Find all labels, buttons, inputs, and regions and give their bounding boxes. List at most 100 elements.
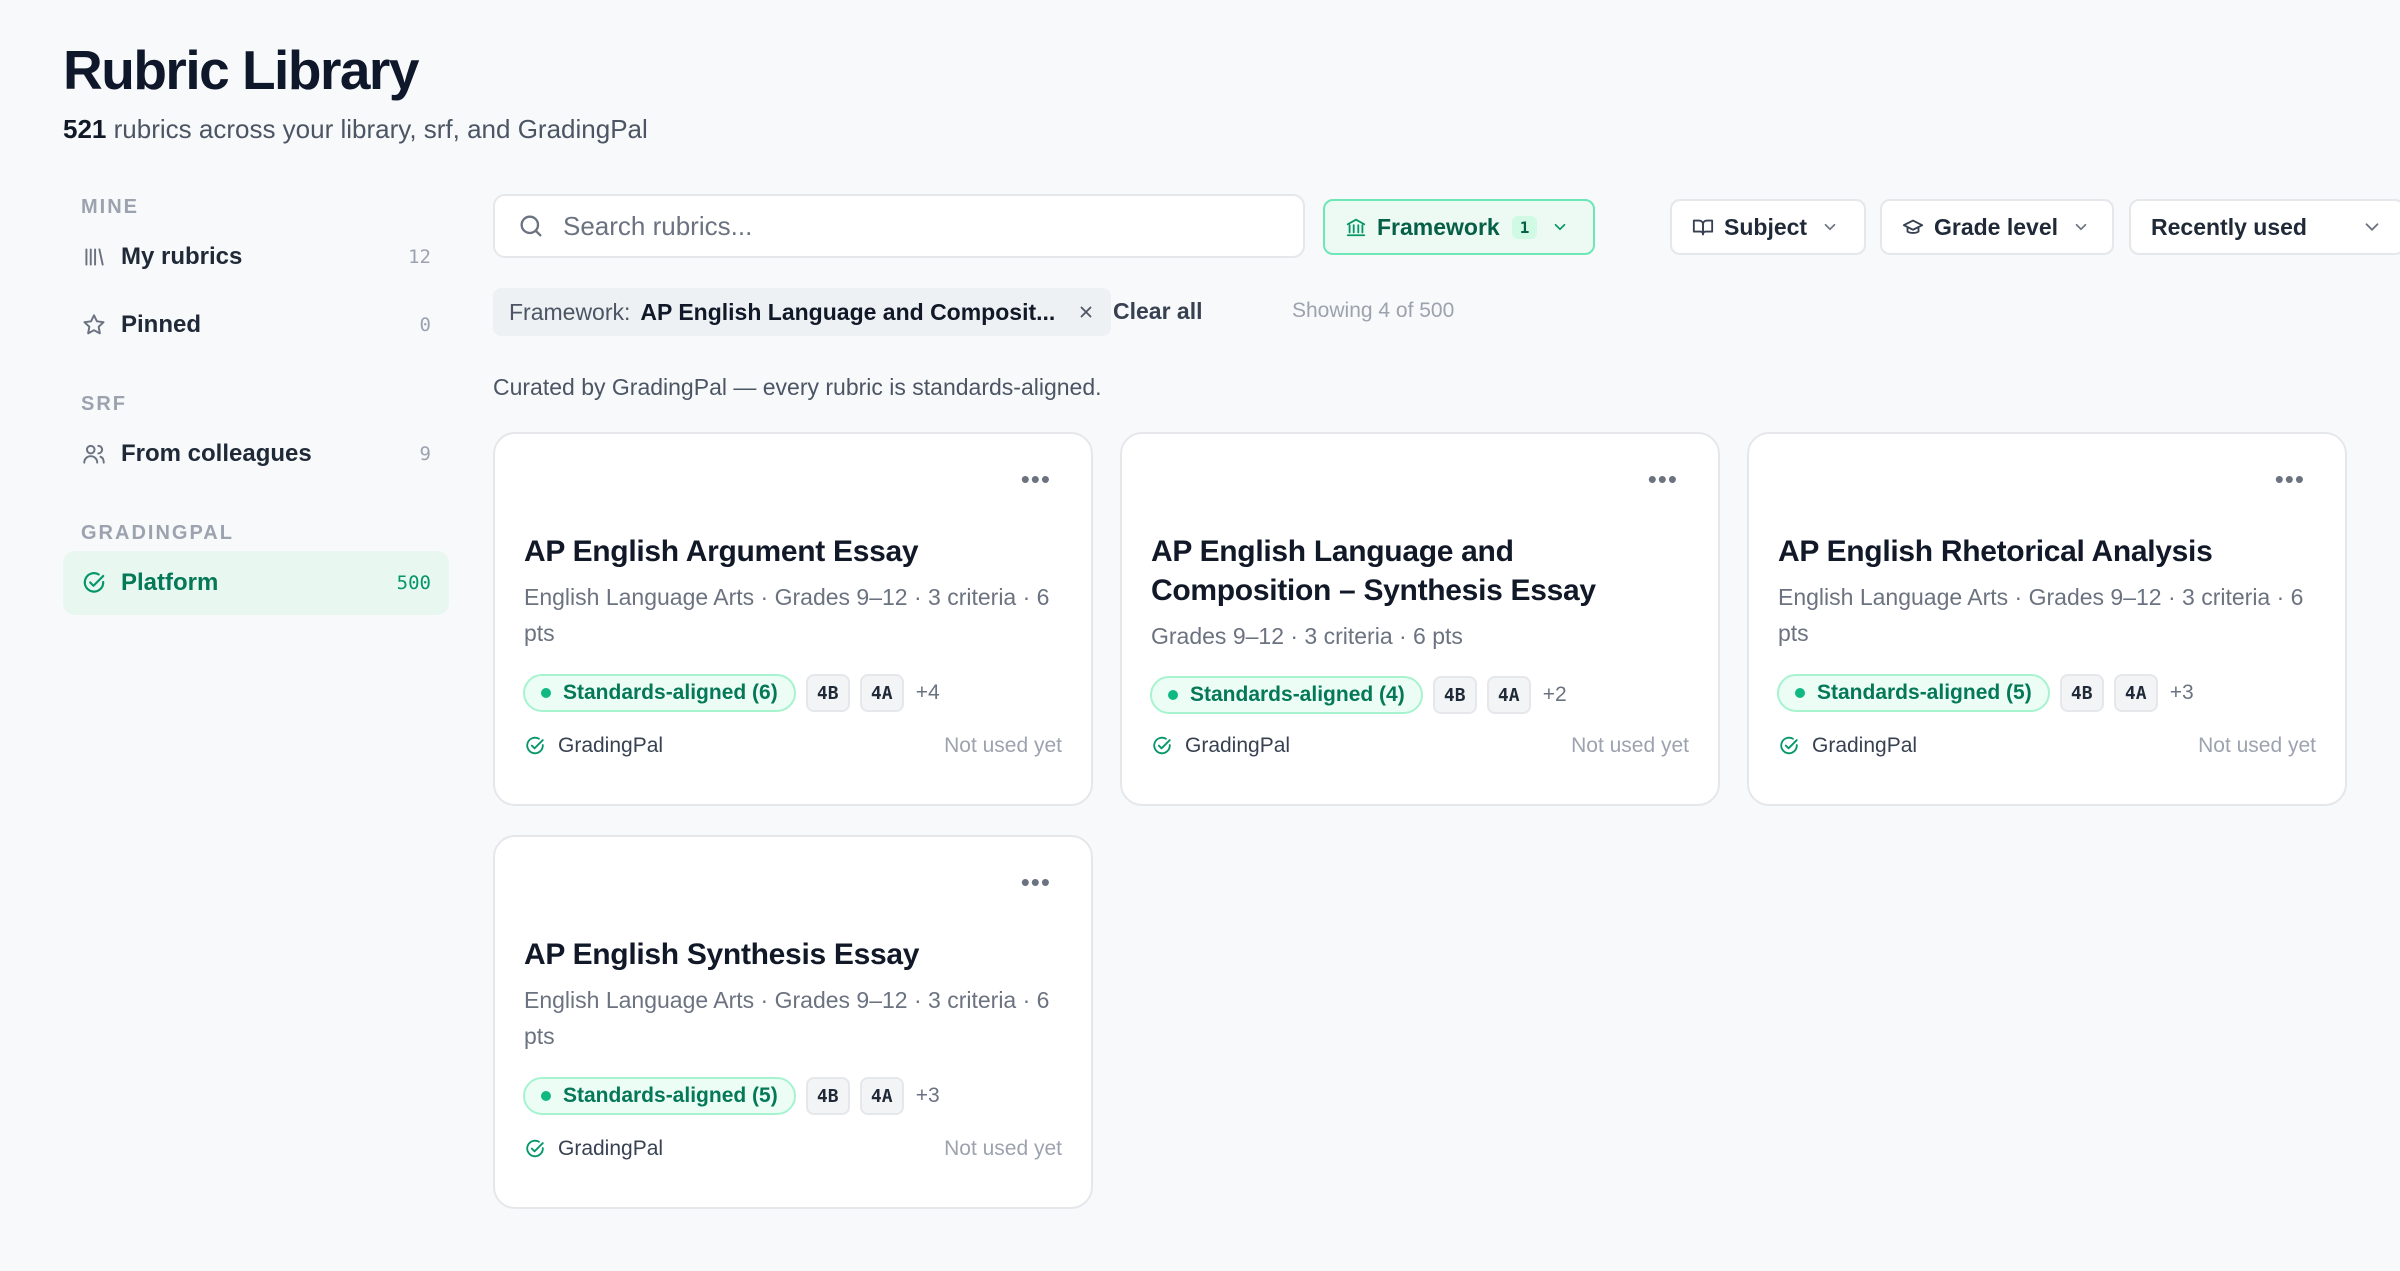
- sidebar-item-count: 0: [419, 314, 431, 336]
- sidebar-item-pinned[interactable]: Pinned 0: [63, 293, 449, 357]
- graduation-cap-icon: [1902, 216, 1924, 238]
- rubric-usage: Not used yet: [944, 1137, 1062, 1160]
- sidebar: MINE My rubrics 12 Pinned 0 SRF From col…: [63, 190, 449, 615]
- rubric-footer: GradingPal Not used yet: [1778, 734, 2316, 758]
- framework-filter-count: 1: [1511, 215, 1538, 239]
- more-options-icon[interactable]: •••: [1648, 466, 1678, 492]
- standards-label: Standards-aligned (6): [563, 681, 778, 704]
- landmark-icon: [1345, 216, 1367, 238]
- subject-filter-button[interactable]: Subject: [1670, 199, 1866, 255]
- rubric-source: GradingPal: [558, 1137, 664, 1160]
- rubric-tags: Standards-aligned (4) 4B 4A +2: [1150, 675, 1567, 715]
- sidebar-item-label: Pinned: [121, 311, 202, 338]
- rubric-meta: Grades 9–12 · 3 criteria · 6 pts: [1151, 623, 1463, 649]
- grade-level-filter-button[interactable]: Grade level: [1880, 199, 2114, 255]
- search-input[interactable]: [561, 209, 1265, 243]
- close-icon[interactable]: [1077, 303, 1095, 321]
- rubric-count: 521: [63, 114, 107, 144]
- standards-label: Standards-aligned (5): [1817, 681, 2032, 704]
- clear-all-button[interactable]: Clear all: [1113, 298, 1203, 325]
- chip-value: AP English Language and Composit...: [640, 298, 1056, 325]
- rubric-usage: Not used yet: [2198, 734, 2316, 757]
- rubric-usage: Not used yet: [1571, 734, 1689, 757]
- rubric-source: GradingPal: [558, 734, 664, 757]
- more-standards-count: +4: [915, 681, 940, 704]
- check-circle-icon: [1778, 735, 1800, 757]
- more-options-icon[interactable]: •••: [1021, 869, 1051, 895]
- sidebar-item-label: From colleagues: [121, 440, 312, 467]
- toolbar: Framework 1 Subject Grade leve: [493, 194, 2400, 260]
- subtitle-text: rubrics across your library, srf, and Gr…: [113, 114, 648, 144]
- rubric-title: AP English Rhetorical Analysis: [1778, 535, 2213, 568]
- standards-badge: Standards-aligned (5): [1777, 674, 2050, 712]
- more-standards-count: +2: [1542, 683, 1567, 706]
- sidebar-item-my-rubrics[interactable]: My rubrics 12: [63, 225, 449, 289]
- more-standards-count: +3: [2169, 681, 2194, 704]
- search-icon: [517, 212, 545, 240]
- page-title: Rubric Library: [63, 39, 419, 101]
- rubric-title: AP English Argument Essay: [524, 535, 919, 568]
- standard-code: 4A: [1486, 676, 1531, 714]
- library-icon: [81, 243, 109, 271]
- standard-code: 4B: [1432, 676, 1477, 714]
- standards-badge: Standards-aligned (6): [523, 674, 796, 712]
- more-options-icon[interactable]: •••: [1021, 466, 1051, 492]
- search-box[interactable]: [493, 194, 1305, 258]
- standards-label: Standards-aligned (4): [1190, 683, 1405, 706]
- page-subtitle: 521 rubrics across your library, srf, an…: [63, 114, 648, 145]
- rubric-source: GradingPal: [1812, 734, 1918, 757]
- sidebar-item-platform[interactable]: Platform 500: [63, 551, 449, 615]
- chevron-down-icon: [1821, 218, 1839, 236]
- rubric-meta: English Language Arts · Grades 9–12 · 3 …: [1778, 584, 2304, 646]
- sort-select-label: Recently used: [2151, 213, 2307, 240]
- sidebar-item-from-colleagues[interactable]: From colleagues 9: [63, 422, 449, 486]
- sort-select[interactable]: Recently used: [2129, 199, 2400, 255]
- check-circle-icon: [81, 569, 109, 597]
- sidebar-item-count: 12: [408, 246, 431, 268]
- rubric-card[interactable]: ••• AP English Language and Composition …: [1120, 432, 1720, 806]
- rubric-title: AP English Synthesis Essay: [524, 938, 920, 971]
- users-icon: [81, 440, 109, 468]
- grade-level-filter-label: Grade level: [1934, 213, 2059, 240]
- standard-code: 4B: [805, 1077, 850, 1115]
- more-standards-count: +3: [915, 1084, 940, 1107]
- status-dot: [541, 688, 551, 698]
- rubric-usage: Not used yet: [944, 734, 1062, 757]
- rubric-tags: Standards-aligned (5) 4B 4A +3: [1777, 673, 2194, 713]
- book-open-icon: [1692, 216, 1714, 238]
- framework-filter-button[interactable]: Framework 1: [1323, 199, 1595, 255]
- rubric-meta: English Language Arts · Grades 9–12 · 3 …: [524, 987, 1050, 1049]
- rubric-footer: GradingPal Not used yet: [524, 1137, 1062, 1161]
- sidebar-item-label: Platform: [121, 569, 219, 596]
- standards-label: Standards-aligned (5): [563, 1084, 778, 1107]
- standard-code: 4A: [859, 1077, 904, 1115]
- chevron-down-icon: [1551, 218, 1569, 236]
- rubric-source: GradingPal: [1185, 734, 1291, 757]
- rubric-meta: English Language Arts · Grades 9–12 · 3 …: [524, 584, 1050, 646]
- check-circle-icon: [524, 735, 546, 757]
- rubric-tags: Standards-aligned (5) 4B 4A +3: [523, 1076, 940, 1116]
- section-label-mine: MINE: [81, 196, 139, 218]
- check-circle-icon: [1151, 735, 1173, 757]
- chevron-down-icon: [2361, 216, 2383, 238]
- subject-filter-label: Subject: [1724, 213, 1808, 240]
- standard-code: 4B: [805, 674, 850, 712]
- standards-badge: Standards-aligned (4): [1150, 676, 1423, 714]
- rubric-footer: GradingPal Not used yet: [1151, 734, 1689, 758]
- section-label-gradingpal: GRADINGPAL: [81, 522, 234, 544]
- rubric-card[interactable]: ••• AP English Synthesis Essay English L…: [493, 835, 1093, 1209]
- status-dot: [1168, 690, 1178, 700]
- more-options-icon[interactable]: •••: [2275, 466, 2305, 492]
- rubric-footer: GradingPal Not used yet: [524, 734, 1062, 758]
- sidebar-item-count: 500: [396, 572, 431, 594]
- framework-filter-chip: Framework: AP English Language and Compo…: [493, 288, 1112, 336]
- sidebar-item-count: 9: [419, 443, 431, 465]
- standards-badge: Standards-aligned (5): [523, 1077, 796, 1115]
- framework-filter-label: Framework: [1377, 213, 1500, 240]
- rubric-card[interactable]: ••• AP English Argument Essay English La…: [493, 432, 1093, 806]
- rubric-title: AP English Language and Composition – Sy…: [1151, 535, 1596, 607]
- chip-key: Framework:: [509, 298, 631, 325]
- check-circle-icon: [524, 1138, 546, 1160]
- rubric-card[interactable]: ••• AP English Rhetorical Analysis Engli…: [1747, 432, 2347, 806]
- chevron-down-icon: [2072, 218, 2090, 236]
